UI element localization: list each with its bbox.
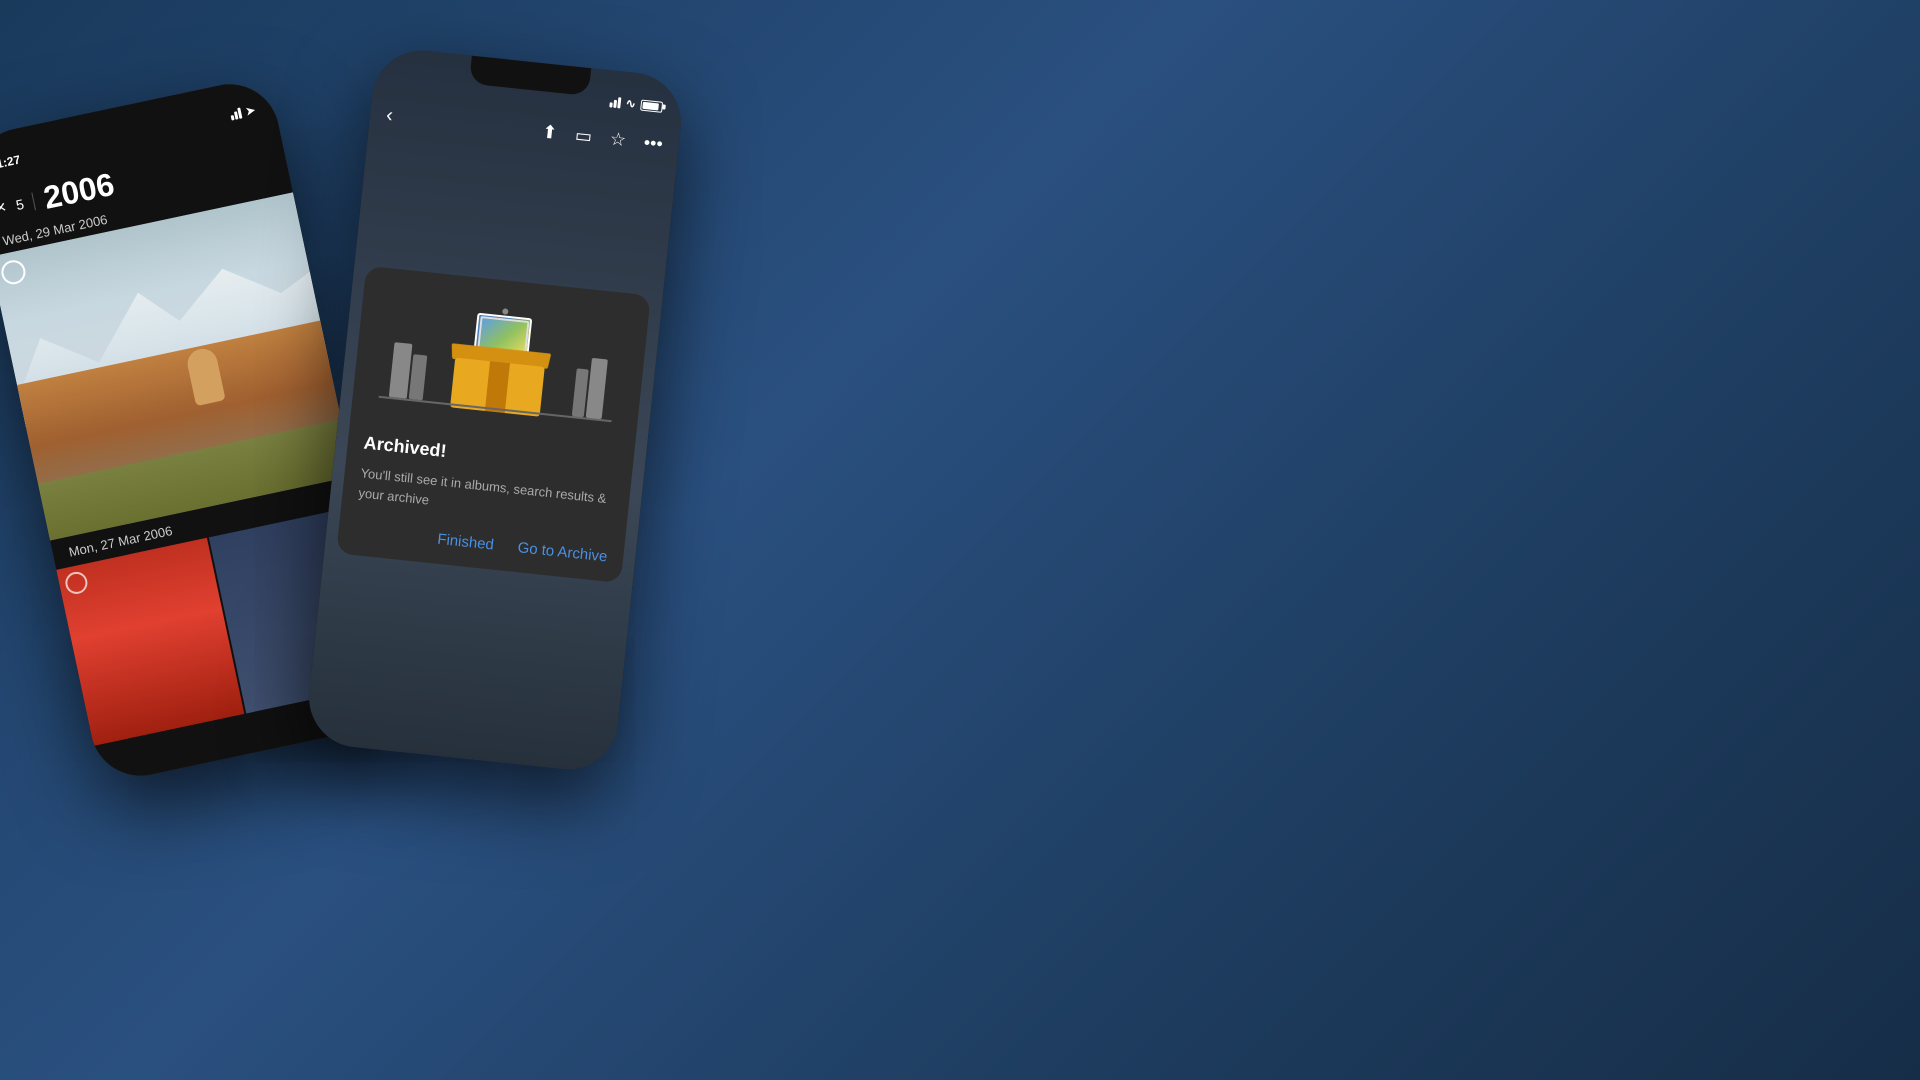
- signal-icon: [229, 108, 242, 121]
- shelf-item-4: [586, 358, 608, 419]
- status-right-left: ➤: [229, 104, 256, 122]
- year-title: 2006: [40, 166, 117, 217]
- go-to-archive-button[interactable]: Go to Archive: [517, 539, 608, 565]
- upload-icon[interactable]: ⬆: [541, 121, 558, 143]
- back-button[interactable]: ‹: [385, 104, 394, 128]
- shelf-item-2: [409, 354, 428, 400]
- dialog-actions: Finished Go to Archive: [354, 522, 608, 565]
- right-toolbar: ⬆ ▭ ☆ •••: [541, 121, 664, 155]
- battery-icon: [640, 99, 663, 112]
- wifi-icon: ∿: [625, 96, 636, 111]
- close-button[interactable]: ×: [0, 197, 8, 220]
- finished-button[interactable]: Finished: [437, 531, 495, 554]
- select-circle-2[interactable]: [63, 570, 89, 596]
- box-strip: [485, 361, 510, 413]
- phone-right: ∿ ‹ ⬆ ▭ ☆ •••: [304, 46, 685, 775]
- cast-icon[interactable]: ▭: [574, 124, 593, 147]
- signal-icon-right: [609, 96, 621, 108]
- main-photo[interactable]: [0, 192, 353, 540]
- select-count: 5: [14, 195, 25, 212]
- dot-decoration: [502, 308, 509, 315]
- time-label: 11:27: [0, 153, 22, 173]
- more-icon[interactable]: •••: [643, 132, 664, 155]
- divider: [32, 192, 37, 210]
- star-icon[interactable]: ☆: [609, 128, 627, 151]
- phone-right-content: ∿ ‹ ⬆ ▭ ☆ •••: [304, 46, 685, 775]
- archive-illustration: [367, 287, 633, 443]
- status-right-right: ∿: [609, 94, 663, 113]
- location-icon: ➤: [245, 104, 257, 119]
- archive-box: [450, 328, 548, 417]
- archive-dialog: Archived! You'll still see it in albums,…: [336, 266, 651, 583]
